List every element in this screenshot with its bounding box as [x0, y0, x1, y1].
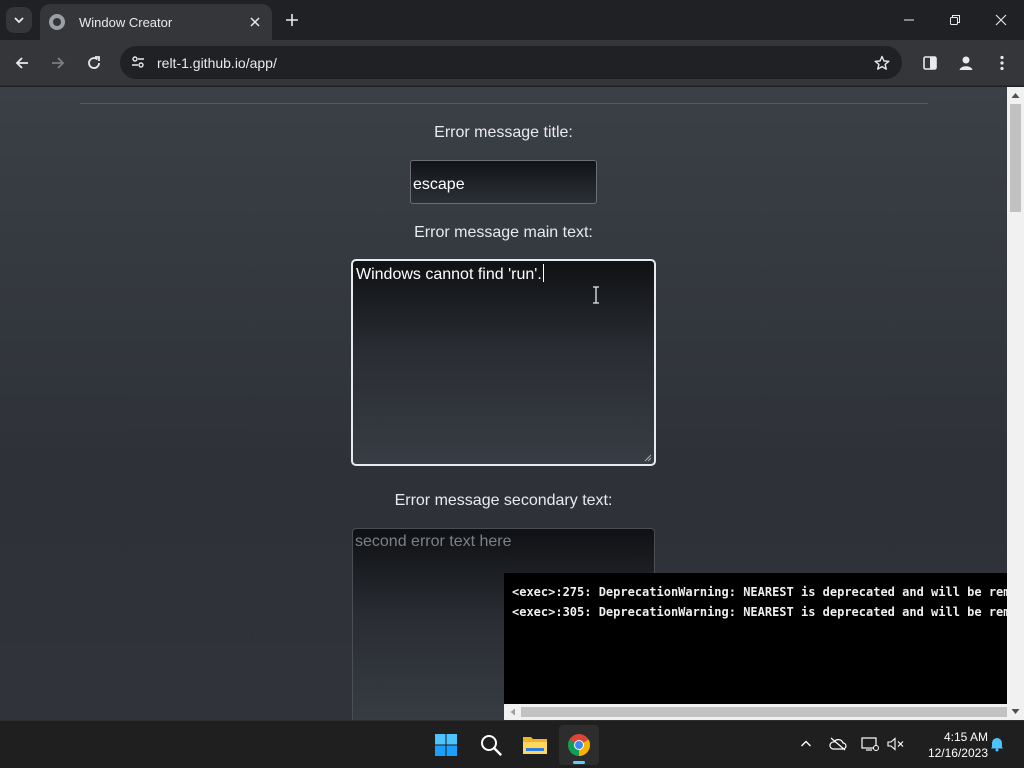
main-text-value: Windows cannot find 'run'.: [356, 266, 542, 283]
reload-icon: [88, 56, 100, 69]
menu-button[interactable]: [988, 49, 1016, 77]
cloud-off-icon: [829, 737, 847, 751]
onedrive-button[interactable]: [825, 731, 851, 757]
file-explorer-button[interactable]: [515, 725, 555, 765]
chevron-down-icon: [14, 17, 24, 24]
site-settings-button[interactable]: [126, 50, 150, 74]
ibeam-cursor-icon: [593, 286, 599, 304]
system-clock[interactable]: 4:15 AM 12/16/2023: [912, 729, 988, 761]
start-button[interactable]: [426, 725, 466, 765]
volume-muted-icon: [887, 737, 904, 751]
scrollbar-thumb[interactable]: [1010, 104, 1021, 212]
tab-search-button[interactable]: [6, 7, 32, 33]
close-icon: [995, 14, 1007, 26]
bookmark-button[interactable]: [870, 51, 894, 75]
tray-overflow-button[interactable]: [793, 731, 819, 757]
scroll-down-icon[interactable]: [1011, 707, 1020, 716]
text-caret: [542, 264, 544, 282]
divider: [80, 103, 928, 104]
secondary-text-label: Error message secondary text:: [394, 492, 613, 509]
arrow-right-icon: [52, 57, 65, 69]
folder-icon: [523, 737, 547, 754]
notifications-button[interactable]: [984, 731, 1010, 757]
restore-button[interactable]: [932, 6, 978, 34]
taskbar: 4:15 AM 12/16/2023: [0, 720, 1024, 768]
scroll-up-icon[interactable]: [1011, 91, 1020, 100]
browser-tab[interactable]: Window Creator: [40, 4, 272, 40]
network-icon: [861, 737, 879, 751]
active-indicator: [573, 761, 585, 764]
back-button[interactable]: [8, 49, 36, 77]
side-panel-button[interactable]: [916, 49, 944, 77]
resize-handle-icon[interactable]: [644, 454, 652, 462]
network-button[interactable]: [857, 731, 883, 757]
console-scrollbar[interactable]: [504, 704, 1007, 720]
clock-time: 4:15 AM: [943, 730, 988, 744]
reload-button[interactable]: [80, 49, 108, 77]
clock-date: 12/16/2023: [927, 746, 988, 760]
tab-close-button[interactable]: [246, 13, 264, 31]
chrome-taskbar-button[interactable]: [559, 725, 599, 765]
minimize-button[interactable]: [886, 6, 932, 34]
windows-icon: [435, 734, 457, 756]
star-icon: [874, 55, 890, 70]
main-text-label: Error message main text:: [414, 224, 593, 241]
forward-button[interactable]: [44, 49, 72, 77]
profile-icon: [959, 56, 973, 70]
console-output: <exec>:275: DeprecationWarning: NEAREST …: [504, 573, 1007, 704]
title-label: Error message title:: [434, 124, 573, 141]
console-line: <exec>:275: DeprecationWarning: NEAREST …: [512, 585, 1007, 599]
side-panel-icon: [923, 56, 937, 70]
url-text: relt-1.github.io/app/: [157, 55, 277, 71]
console-scrollbar-thumb[interactable]: [521, 707, 1007, 717]
new-tab-button[interactable]: [282, 9, 302, 31]
chevron-up-icon: [801, 740, 811, 747]
screen: Window Creator relt-1.github.io/app/ Err…: [0, 0, 1024, 768]
tune-icon: [132, 56, 144, 68]
globe-icon: [49, 14, 65, 30]
profile-button[interactable]: [952, 49, 980, 77]
window-close-button[interactable]: [978, 6, 1024, 34]
search-icon: [481, 735, 502, 756]
plus-icon: [286, 14, 298, 26]
more-vert-icon: [1000, 55, 1004, 71]
search-button[interactable]: [471, 725, 511, 765]
page-scrollbar[interactable]: [1007, 87, 1024, 720]
scroll-left-icon[interactable]: [509, 708, 517, 716]
close-icon: [250, 17, 260, 27]
chrome-icon: [568, 734, 590, 756]
title-input[interactable]: escape: [410, 160, 597, 204]
tab-title: Window Creator: [79, 14, 173, 30]
tab-strip: Window Creator: [0, 0, 1024, 40]
restore-icon: [950, 15, 960, 25]
console-line: <exec>:305: DeprecationWarning: NEAREST …: [512, 605, 1007, 619]
browser-toolbar: relt-1.github.io/app/: [0, 40, 1024, 86]
address-bar[interactable]: relt-1.github.io/app/: [120, 46, 902, 79]
bell-icon: [991, 738, 1003, 752]
main-text-field[interactable]: Windows cannot find 'run'.: [351, 259, 656, 466]
arrow-left-icon: [15, 57, 28, 69]
volume-button[interactable]: [883, 731, 909, 757]
minimize-icon: [904, 19, 914, 21]
